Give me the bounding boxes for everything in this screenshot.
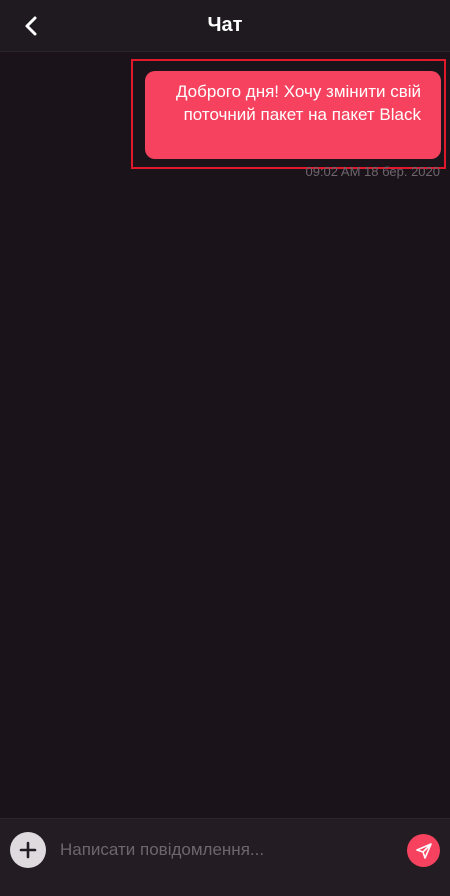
chevron-left-icon: [25, 16, 37, 36]
message-text: Доброго дня! Хочу змінити свій поточний …: [175, 82, 421, 124]
message-list[interactable]: Доброго дня! Хочу змінити свій поточний …: [0, 53, 450, 818]
message-timestamp: 09:02 AM 18 бер. 2020: [305, 164, 440, 179]
app-header: Чат: [0, 0, 450, 52]
message-composer: [0, 818, 450, 896]
page-title: Чат: [207, 14, 243, 36]
send-button[interactable]: [407, 834, 440, 867]
outgoing-message-bubble[interactable]: Доброго дня! Хочу змінити свій поточний …: [145, 71, 441, 159]
message-input[interactable]: [60, 833, 390, 867]
back-button[interactable]: [14, 8, 50, 44]
plus-icon: [19, 841, 37, 859]
send-icon: [415, 842, 432, 859]
add-attachment-button[interactable]: [10, 832, 46, 868]
